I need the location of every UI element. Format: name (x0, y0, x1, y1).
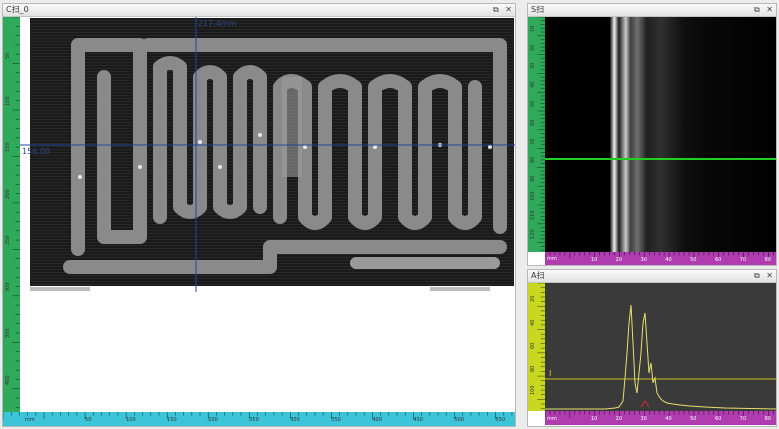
ruler-tick-label: 50 (530, 100, 536, 107)
ruler-tick-label: 20 (615, 415, 623, 422)
a-scan-plot[interactable]: I (545, 283, 776, 411)
ruler-tick-label: 40 (530, 319, 536, 326)
s-ruler-unit: mm (547, 256, 557, 262)
ruler-tick-label: 450 (413, 416, 423, 423)
ruler-tick-label: 30 (640, 256, 647, 263)
ruler-tick-label: 50 (5, 53, 11, 60)
restore-icon[interactable]: ⧉ (754, 271, 760, 280)
gate-label: I (549, 369, 552, 378)
ruler-tick-label: 70 (530, 138, 536, 145)
ruler-tick-label: 80 (530, 157, 536, 164)
close-icon[interactable]: ✕ (766, 271, 773, 280)
ruler-tick-label: 300 (5, 282, 11, 292)
ruler-tick-label: 60 (530, 119, 536, 126)
ruler-tick-label: 200 (5, 189, 11, 199)
ruler-tick-label: 80 (764, 256, 771, 263)
s-scan-image[interactable] (545, 17, 776, 252)
c-scan-image[interactable]: 217.4mm 156.00 (20, 17, 515, 412)
c-scan-titlebar: C扫_0 ⧉ ✕ (3, 4, 515, 17)
crosshair-y-readout: 156.00 (22, 147, 50, 156)
ruler-tick-label: 70 (739, 256, 747, 263)
a-ruler-unit: mm (547, 416, 557, 422)
ruler-tick-label: 40 (530, 81, 536, 89)
ruler-tick-label: 110 (530, 210, 536, 220)
c-ruler-unit: mm (25, 417, 35, 423)
ruler-tick-label: 40 (665, 415, 672, 422)
ruler-tick-label: 100 (5, 96, 11, 106)
ruler-tick-label: 60 (714, 256, 722, 263)
ruler-tick-label: 400 (372, 416, 382, 423)
s-scan-vertical-ruler[interactable]: 10 20 30 40 50 60 70 80 90 100 110 120 (528, 17, 545, 252)
ruler-tick-label: 80 (530, 365, 536, 373)
a-scan-vertical-ruler[interactable]: 20 40 60 80 100 (528, 283, 545, 411)
ruler-tick-label: 250 (5, 235, 11, 246)
ruler-tick-label: 30 (530, 63, 536, 70)
ruler-tick-label: 70 (739, 415, 747, 422)
ruler-tick-label: 150 (167, 416, 177, 423)
ruler-tick-label: 30 (640, 415, 647, 422)
ruler-tick-label: 20 (615, 256, 623, 263)
a-scan-horizontal-ruler[interactable]: mm 10 20 30 40 50 60 70 80 (545, 411, 776, 425)
ruler-tick-label: 300 (290, 416, 300, 423)
ruler-tick-label: 80 (764, 415, 771, 422)
close-icon[interactable]: ✕ (766, 5, 773, 14)
ruler-tick-label: 100 (126, 416, 136, 423)
s-scan-titlebar: S扫 ⧉ ✕ (528, 4, 776, 17)
ruler-tick-label: 400 (5, 375, 11, 385)
c-scan-vertical-ruler[interactable]: 50 100 150 200 250 300 350 400 (3, 17, 20, 412)
ruler-tick-label: 100 (530, 385, 536, 396)
ruler-tick-label: 150 (5, 142, 11, 153)
ruler-tick-label: 60 (714, 415, 722, 422)
s-scan-horizontal-ruler[interactable]: mm 10 20 30 40 50 60 70 80 (545, 252, 776, 265)
ruler-tick-label: 100 (530, 191, 536, 201)
ruler-tick-label: 350 (5, 328, 11, 339)
a-scan-panel: A扫 ⧉ ✕ 20 40 60 80 100 I mm 10 20 30 40 50 60 70 80 (527, 269, 777, 427)
ruler-tick-label: 250 (249, 416, 259, 423)
crosshair-x-readout: 217.4mm (198, 19, 237, 28)
ruler-tick-label: 60 (530, 342, 536, 349)
ruler-tick-label: 40 (665, 256, 672, 263)
s-scan-panel: S扫 ⧉ ✕ 10 20 30 40 50 60 70 80 90 100 110 120 (527, 3, 777, 266)
c-scan-title: C扫_0 (6, 5, 29, 14)
c-scan-horizontal-ruler[interactable]: mm 50 100 150 200 250 300 350 400 450 500 550 (3, 412, 515, 426)
ruler-tick-label: 200 (208, 416, 218, 423)
a-scan-title: A扫 (531, 271, 545, 280)
ruler-tick-label: 120 (530, 229, 536, 239)
ruler-tick-label: 20 (530, 295, 536, 303)
s-scan-title: S扫 (531, 5, 545, 14)
close-icon[interactable]: ✕ (505, 5, 512, 14)
a-scan-titlebar: A扫 ⧉ ✕ (528, 270, 776, 283)
ruler-tick-label: 50 (85, 416, 92, 423)
ruler-tick-label: 500 (454, 416, 464, 423)
ruler-tick-label: 550 (495, 416, 506, 423)
ruler-tick-label: 10 (590, 256, 598, 263)
restore-icon[interactable]: ⧉ (754, 5, 760, 14)
restore-icon[interactable]: ⧉ (493, 5, 499, 14)
ruler-tick-label: 50 (690, 256, 697, 263)
ruler-tick-label: 20 (530, 44, 536, 51)
ruler-tick-label: 50 (690, 415, 697, 422)
ruler-tick-label: 10 (530, 25, 536, 32)
ruler-tick-label: 10 (590, 415, 598, 422)
c-scan-panel: C扫_0 ⧉ ✕ 50 100 150 200 250 300 350 400 (2, 3, 516, 427)
ruler-tick-label: 350 (331, 416, 341, 423)
ruler-tick-label: 90 (530, 175, 536, 183)
